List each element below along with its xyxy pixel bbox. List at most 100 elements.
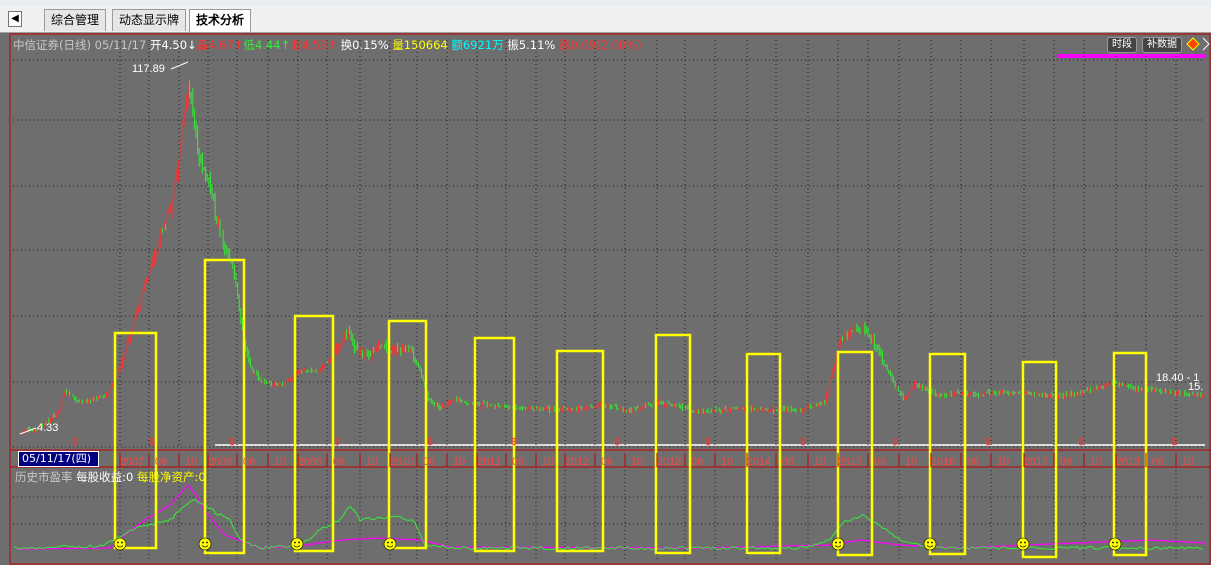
smiley-icon (198, 537, 212, 551)
smiley-icon (1016, 537, 1030, 551)
eps-label: 每股收益:0 (76, 470, 134, 484)
x-axis-tick-label: 06 (1152, 456, 1164, 468)
x-axis-tick-label: 2008 (208, 456, 232, 468)
smiley-eye (117, 541, 119, 544)
nav-label: 每股净资产:0 (137, 470, 206, 484)
x-axis-tick-label: 10 (185, 456, 197, 468)
x-axis-tick-label: 2013 (657, 456, 681, 468)
x-axis-tick-label: 10 (366, 456, 378, 468)
smiley-eye (1112, 541, 1114, 544)
supplement-data-button[interactable]: 补数据 (1142, 37, 1182, 53)
open-price: 开4.50↓ (149, 38, 197, 52)
highlight-box (928, 352, 967, 556)
smiley-icon (290, 537, 304, 551)
chevron-right-icon[interactable] (1202, 37, 1210, 51)
dividend-icon: $ (614, 437, 620, 448)
x-axis-tick-label: 06 (155, 456, 167, 468)
smiley-eye (294, 541, 296, 544)
x-axis-tick-label: 10 (1090, 456, 1102, 468)
quote-header: 中信证券(日线) 05/11/17 开4.50↓高4.67↑低4.44↑收4.5… (13, 37, 642, 53)
x-axis-tick-label: 2016 (931, 456, 955, 468)
x-axis-tick-label: 06 (512, 456, 524, 468)
x-axis-tick-label: 10 (997, 456, 1009, 468)
x-axis-tick-label: 10 (1182, 456, 1194, 468)
x-axis-tick-label: 2011 (477, 456, 501, 468)
dividend-icon: $ (149, 437, 155, 448)
smiley-eye (121, 541, 123, 544)
highlight-box (745, 352, 782, 555)
x-axis-tick-label: 10 (631, 456, 643, 468)
x-axis-tick-label: 10 (453, 456, 465, 468)
smiley-eye (839, 541, 841, 544)
x-axis-tick-label: 06 (782, 456, 794, 468)
dividend-icon: $ (334, 437, 340, 448)
x-axis-tick-label: 06 (1060, 456, 1072, 468)
smiley-icon (831, 537, 845, 551)
highlight-box (836, 350, 874, 557)
dividend-icon: $ (1078, 437, 1084, 448)
stock-name: 中信证券(日线) (13, 38, 91, 52)
x-axis-tick-label: 2010 (390, 456, 414, 468)
x-axis-tick-label: 10 (814, 456, 826, 468)
smiley-eye (206, 541, 208, 544)
x-axis-tick-label: 06 (967, 456, 979, 468)
highlight-box (555, 349, 605, 553)
smiley-icon (923, 537, 937, 551)
x-axis-tick-label: 2009 (298, 456, 322, 468)
highlight-box (293, 314, 335, 553)
smiley-eye (1116, 541, 1118, 544)
x-axis-tick-label: 2018 (1116, 456, 1140, 468)
x-axis-tick-label: 06 (243, 456, 255, 468)
close-price: 收4.59↑ (290, 38, 337, 52)
x-axis-tick-label: 06 (423, 456, 435, 468)
pe-history-label: 历史市盈率 (15, 470, 73, 484)
peak-pointer (170, 61, 189, 70)
x-axis-tick-label: 2015 (838, 456, 862, 468)
low-price-label: 4.33 (37, 422, 58, 434)
smiley-icon (113, 537, 127, 551)
x-axis-tick-label: 10 (274, 456, 286, 468)
sub-indicator-header: 历史市盈率 每股收益:0 每股净资产:0 (15, 469, 206, 485)
highlight-box (387, 319, 428, 550)
x-axis-tick-label: 10 (905, 456, 917, 468)
dividend-icon: $ (800, 437, 806, 448)
turnover-rate: 换0.15% (340, 38, 389, 52)
volume: 量150664 (392, 38, 448, 52)
smiley-eye (931, 541, 933, 544)
smiley-eye (387, 541, 389, 544)
price-change: 涨0.09(2.00%) (559, 38, 642, 52)
dividend-icon: $ (72, 437, 78, 448)
dividend-icon: $ (1171, 437, 1177, 448)
high-price: 高4.67↑ (196, 38, 244, 52)
dividend-icon: $ (427, 437, 433, 448)
smiley-eye (1020, 541, 1022, 544)
cursor-date-box: 05/11/17(四) (18, 451, 99, 467)
dividend-icon: $ (985, 437, 991, 448)
amount: 额6921万 (451, 38, 504, 52)
x-axis-tick-label: 10 (721, 456, 733, 468)
dividend-icon: $ (705, 437, 711, 448)
peak-price-label: 117.89 (132, 63, 165, 75)
x-axis-tick-label: 06 (333, 456, 345, 468)
smiley-eye (927, 541, 929, 544)
x-axis-tick-label: 06 (601, 456, 613, 468)
x-axis-tick-label: 06 (691, 456, 703, 468)
dividend-icon: $ (511, 437, 517, 448)
quote-date: 05/11/17 (94, 38, 147, 52)
period-button[interactable]: 时段 (1107, 37, 1137, 53)
x-axis-tick-label: 2007 (120, 456, 144, 468)
dividend-icon: $ (229, 437, 235, 448)
highlight-box (203, 258, 246, 555)
dividend-icon: $ (892, 437, 898, 448)
x-axis: 2007 06 10 2008 06 10 2009 06 10 2010 06 10 2011 06 10… (119, 453, 1194, 468)
x-axis-tick-label: 10 (542, 456, 554, 468)
smiley-icon (1108, 537, 1122, 551)
smiley-icon (383, 537, 397, 551)
x-axis-tick-label: 06 (874, 456, 886, 468)
smiley-eye (202, 541, 204, 544)
smiley-eye (298, 541, 300, 544)
smiley-eye (1024, 541, 1026, 544)
x-axis-tick-label: 2014 (747, 456, 771, 468)
x-axis-tick-label: 2017 (1024, 456, 1048, 468)
alert-diamond-icon[interactable] (1186, 37, 1200, 51)
